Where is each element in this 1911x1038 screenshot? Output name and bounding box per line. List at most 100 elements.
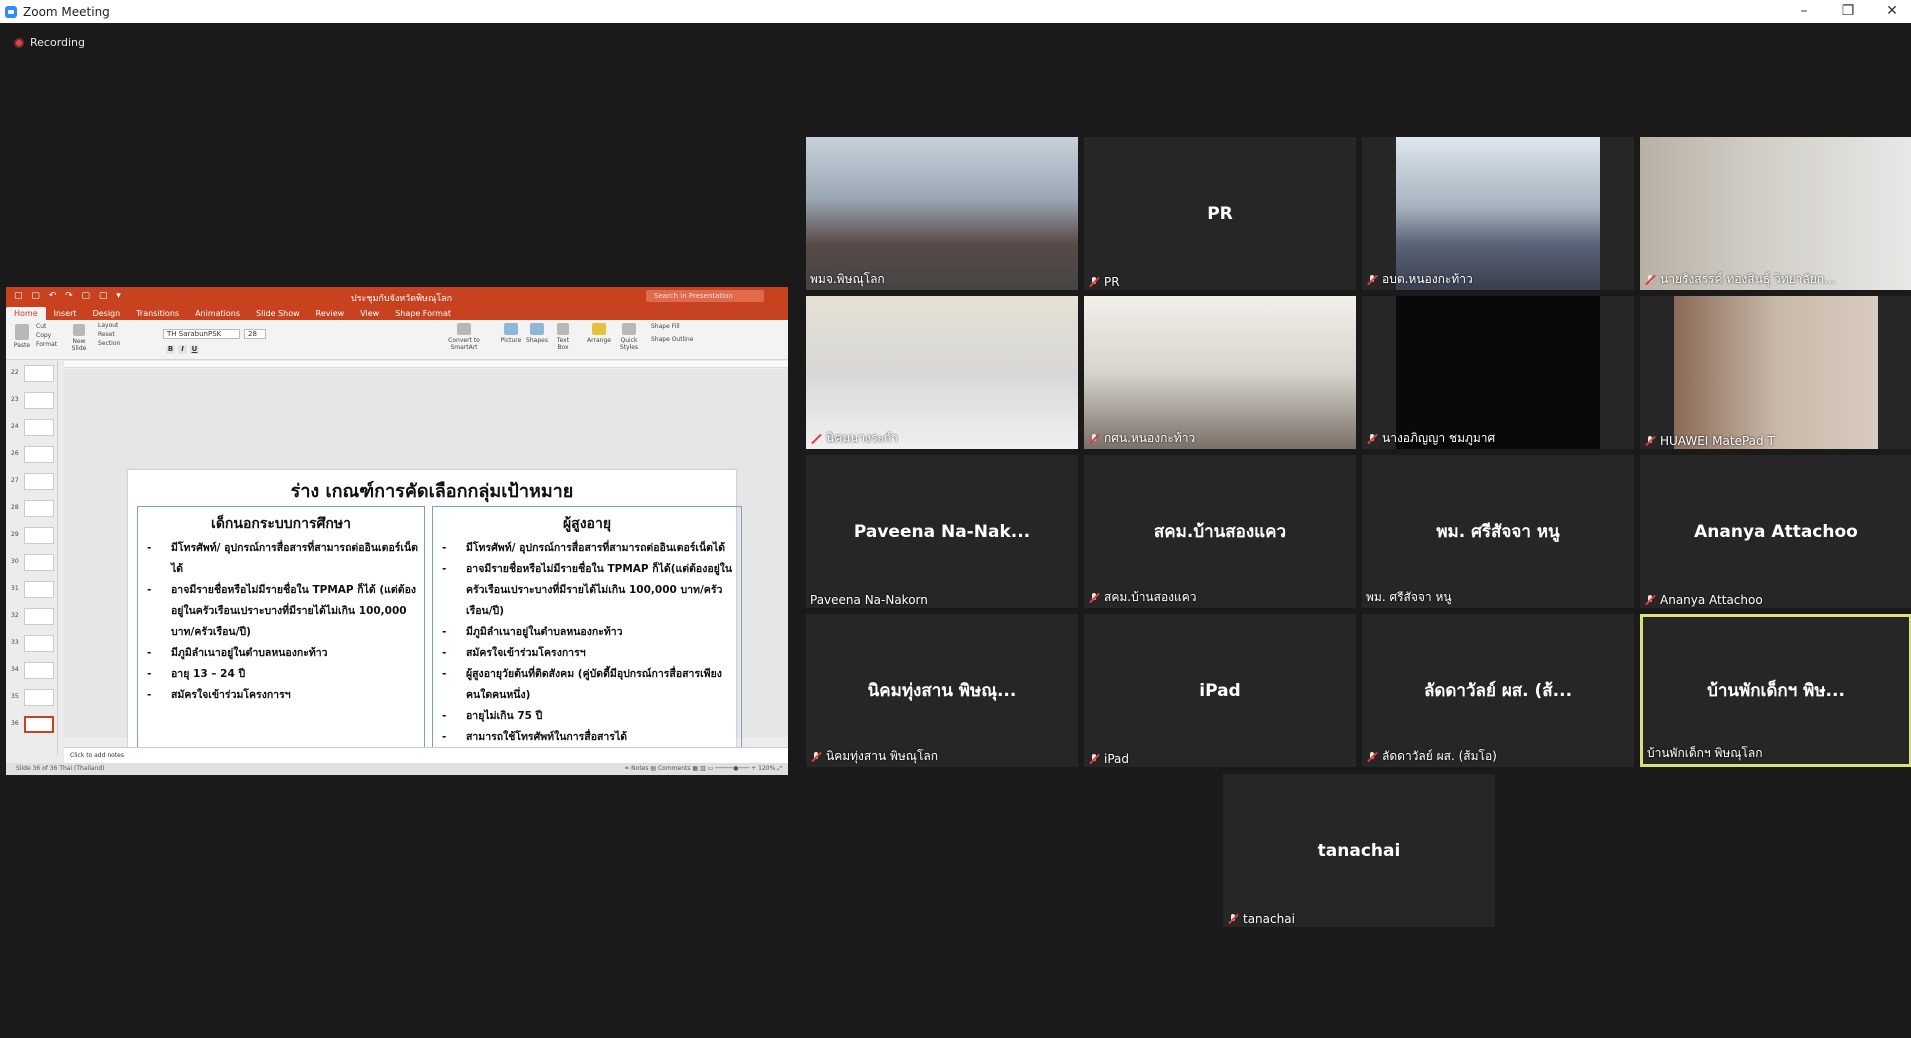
participant-tile[interactable]: นางอภิญญา ชมภูมาศ xyxy=(1362,296,1634,449)
paste-button[interactable]: Paste xyxy=(12,324,32,349)
participant-name-label: PR xyxy=(1088,275,1120,289)
slide-thumbnail-number: 34 xyxy=(11,666,19,673)
participant-name-label: iPad xyxy=(1088,752,1129,766)
font-name-input[interactable]: TH SarabunPSK xyxy=(163,329,240,339)
shape-fill-button[interactable]: Shape Fill xyxy=(651,323,680,330)
slide-right-column[interactable]: ผู้สูงอายุ มีโทรศัพท์/ อุปกรณ์การสื่อสาร… xyxy=(432,506,742,775)
participant-tile[interactable]: สคม.บ้านสองแคว สคม.บ้านสองแคว xyxy=(1084,455,1356,608)
slide-canvas: ร่าง เกณฑ์การคัดเลือกกลุ่มเป้าหมาย เด็กน… xyxy=(64,369,788,775)
restore-button[interactable]: ❐ xyxy=(1826,0,1870,23)
underline-button[interactable]: U xyxy=(190,345,199,354)
participant-tile[interactable]: พม. ศรีสัจจา หนู พม. ศรีสัจจา หนู xyxy=(1362,455,1634,608)
slide-thumbnail-preview xyxy=(24,581,54,598)
slide-thumbnail-preview xyxy=(24,500,54,517)
participant-tile[interactable]: tanachai tanachai xyxy=(1223,774,1495,927)
participant-tile[interactable]: กศน.หนองกะท้าว xyxy=(1084,296,1356,449)
right-bullet: อายุไม่เกิน 75 ปี xyxy=(433,706,741,727)
mic-muted-icon xyxy=(1644,274,1656,286)
ppt-ribbon: Paste Cut Copy Format New Slide Layout R… xyxy=(6,320,788,360)
recording-indicator[interactable]: Recording xyxy=(14,36,85,49)
right-bullet: มีภูมิลำเนาอยู่ในตำบลหนองกะท้าว xyxy=(433,622,741,643)
slide[interactable]: ร่าง เกณฑ์การคัดเลือกกลุ่มเป้าหมาย เด็กน… xyxy=(128,470,742,775)
slide-thumbnail-number: 33 xyxy=(11,639,19,646)
font-size-input[interactable]: 28 xyxy=(244,329,266,339)
participant-display-name: Paveena Na-Nak... xyxy=(853,521,1031,542)
ppt-tab-view[interactable]: View xyxy=(352,307,387,320)
participant-tile[interactable]: นิคมทุ่งสาน พิษณุ... นิคมทุ่งสาน พิษณุโลก xyxy=(806,614,1078,767)
slide-thumbnail-preview xyxy=(24,365,54,382)
shared-screen: ▢ ▢ ↶ ↷ ▢ ▢ ▾ ประชุมกับจังหวัดพิษณุโลก S… xyxy=(6,287,788,775)
participant-tile[interactable]: HUAWEI MatePad T xyxy=(1640,296,1911,449)
participant-tile[interactable]: iPad iPad xyxy=(1084,614,1356,767)
textbox-button[interactable]: Text Box xyxy=(552,323,574,351)
clipboard-icon xyxy=(15,324,29,340)
mic-muted-icon xyxy=(1088,433,1100,445)
close-button[interactable]: ✕ xyxy=(1870,0,1911,23)
arrange-button[interactable]: Arrange xyxy=(586,323,612,344)
ppt-tab-review[interactable]: Review xyxy=(308,307,353,320)
mic-muted-icon xyxy=(1366,751,1378,763)
participant-tile[interactable]: Ananya Attachoo Ananya Attachoo xyxy=(1640,455,1911,608)
ppt-quick-access[interactable]: ▢ ▢ ↶ ↷ ▢ ▢ ▾ xyxy=(14,291,124,301)
slide-thumbnail-preview xyxy=(24,716,54,733)
bold-button[interactable]: B xyxy=(166,345,175,354)
status-view-controls[interactable]: ≐ Notes ▤ Comments ▦ ▥ ▭ ─────●─── + 120… xyxy=(624,763,782,775)
ppt-tab-home[interactable]: Home xyxy=(6,307,46,320)
quick-styles-button[interactable]: Quick Styles xyxy=(616,323,642,351)
section-button[interactable]: Section xyxy=(98,340,120,347)
ppt-tab-shape-format[interactable]: Shape Format xyxy=(387,307,459,320)
slide-thumbnail-number: 32 xyxy=(11,612,19,619)
participant-tile[interactable]: PR PR xyxy=(1084,137,1356,290)
participant-tile[interactable]: ลัดดาวัลย์ ผส. (ส้... ลัดดาวัลย์ ผส. (ส้ม… xyxy=(1362,614,1634,767)
ppt-tab-slideshow[interactable]: Slide Show xyxy=(248,307,308,320)
slide-thumbnail-pane: 22 23 24 26 27 28 29 30 31 32 33 34 35 36 xyxy=(6,361,58,755)
copy-button[interactable]: Copy xyxy=(36,332,51,339)
cut-button[interactable]: Cut xyxy=(36,323,46,330)
mic-muted-icon xyxy=(1644,594,1656,606)
status-slide-info: Slide 36 of 36 Thai (Thailand) xyxy=(16,765,105,772)
layout-button[interactable]: Layout xyxy=(98,322,118,329)
participant-display-name: Ananya Attachoo xyxy=(1694,521,1858,542)
left-bullet: มีโทรศัพท์/ อุปกรณ์การสื่อสารที่สามารถต่… xyxy=(138,538,424,580)
participant-name: iPad xyxy=(1104,752,1130,766)
shapes-button[interactable]: Shapes xyxy=(526,323,548,344)
slide-left-column[interactable]: เด็กนอกระบบการศึกษา มีโทรศัพท์/ อุปกรณ์ก… xyxy=(137,506,425,775)
participant-tile[interactable]: นายรังสรรค์ ทองสินธุ์ วิทยาลัยก... xyxy=(1640,137,1911,290)
new-slide-button[interactable]: New Slide xyxy=(68,324,90,352)
right-bullet: อาจมีรายชื่อหรือไม่มีรายชื่อใน TPMAP ก็ไ… xyxy=(433,559,741,622)
italic-button[interactable]: I xyxy=(178,345,187,354)
ppt-tab-insert[interactable]: Insert xyxy=(46,307,85,320)
participant-video xyxy=(806,137,1078,290)
ppt-tab-design[interactable]: Design xyxy=(85,307,129,320)
participant-tile[interactable]: พมจ.พิษณุโลก xyxy=(806,137,1078,290)
participant-tile[interactable]: นิคมนางระกำ xyxy=(806,296,1078,449)
slide-thumbnail-preview xyxy=(24,473,54,490)
slide-thumbnail-preview xyxy=(24,689,54,706)
ppt-status-bar: Slide 36 of 36 Thai (Thailand) ≐ Notes ▤… xyxy=(6,763,788,775)
participant-display-name: ลัดดาวัลย์ ผส. (ส้... xyxy=(1423,681,1573,701)
slide-thumbnail-preview xyxy=(24,608,54,625)
picture-button[interactable]: Picture xyxy=(500,323,522,344)
mic-muted-icon xyxy=(1227,913,1239,925)
notes-input[interactable]: Click to add notes xyxy=(64,747,788,763)
participant-name: นายรังสรรค์ ทองสินธุ์ วิทยาลัยก... xyxy=(1660,272,1836,286)
minimize-button[interactable]: – xyxy=(1782,0,1826,23)
reset-button[interactable]: Reset xyxy=(98,331,115,338)
smartart-icon xyxy=(457,323,471,335)
ppt-search-input[interactable]: Search in Presentation xyxy=(646,290,764,302)
participant-name-label: พม. ศรีสัจจา หนู xyxy=(1366,588,1452,607)
ppt-tab-transitions[interactable]: Transitions xyxy=(128,307,187,320)
participant-name: กศน.หนองกะท้าว xyxy=(1104,431,1196,445)
participant-tile[interactable]: บ้านพักเด็กฯ พิษ... บ้านพักเด็กฯ พิษณุโลก xyxy=(1640,614,1911,767)
participant-name: พมจ.พิษณุโลก xyxy=(810,272,885,286)
participant-tile[interactable]: อบต.หนองกะท้าว xyxy=(1362,137,1634,290)
shape-outline-button[interactable]: Shape Outline xyxy=(651,336,693,343)
ppt-tab-animations[interactable]: Animations xyxy=(187,307,248,320)
arrange-icon xyxy=(592,323,606,335)
participant-name-label: สคม.บ้านสองแคว xyxy=(1088,588,1197,607)
participant-tile[interactable]: Paveena Na-Nak... Paveena Na-Nakorn xyxy=(806,455,1078,608)
format-painter-button[interactable]: Format xyxy=(36,341,57,348)
participant-name: นางอภิญญา ชมภูมาศ xyxy=(1382,431,1496,445)
slide-thumbnail-number: 24 xyxy=(11,423,19,430)
convert-smartart-button[interactable]: Convert to SmartArt xyxy=(446,323,482,351)
